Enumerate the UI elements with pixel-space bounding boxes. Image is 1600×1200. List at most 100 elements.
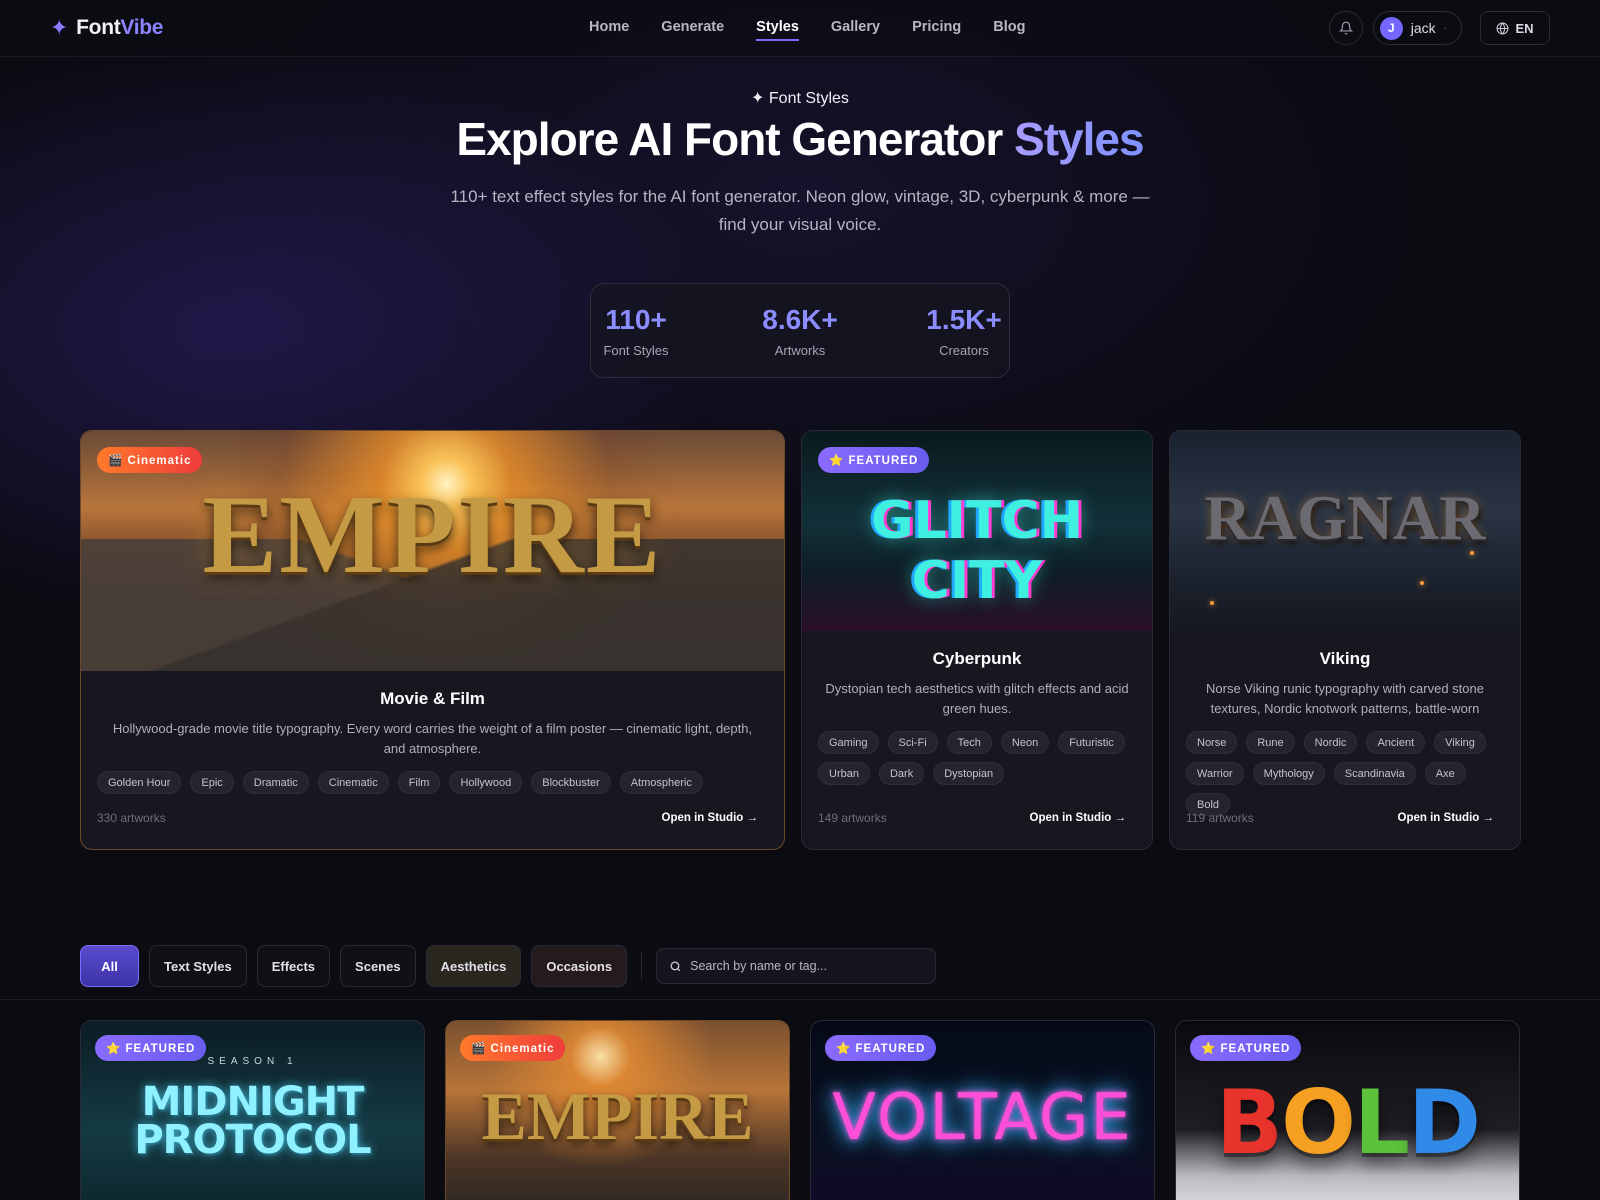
user-menu-button[interactable]: J jack · [1372, 11, 1462, 45]
card-body: Viking Norse Viking runic typography wit… [1170, 631, 1520, 816]
tag[interactable]: Tech [946, 731, 992, 754]
logo-text-vibe: Vibe [120, 16, 164, 39]
nav-blog[interactable]: Blog [993, 19, 1025, 41]
tag[interactable]: Rune [1246, 731, 1295, 754]
preview-line: PROTOCOL [134, 1117, 371, 1163]
style-card-movie-film[interactable]: 🎬 Cinematic EMPIRE Movie & Film Hollywoo… [80, 430, 785, 850]
hero: ✦ Font Styles Explore AI Font Generator … [0, 57, 1600, 378]
filter-all[interactable]: All [80, 945, 139, 987]
tag[interactable]: Futuristic [1058, 731, 1125, 754]
tag[interactable]: Norse [1186, 731, 1238, 754]
filter-effects[interactable]: Effects [256, 945, 331, 987]
card-description: Norse Viking runic typography with carve… [1206, 681, 1484, 716]
avatar: J [1379, 16, 1403, 40]
tag[interactable]: Cinematic [317, 771, 389, 794]
filter-scenes[interactable]: Scenes [340, 945, 416, 987]
card-title: Movie & Film [380, 689, 485, 708]
nav-actions: J jack · EN [1328, 11, 1550, 45]
page: ✦ FontVibe Home Generate Styles Gallery … [0, 0, 1600, 1200]
tag[interactable]: Gaming [818, 731, 879, 754]
title-accent: Styles [1014, 113, 1145, 165]
logo[interactable]: ✦ FontVibe [50, 15, 164, 41]
user-name: jack [1410, 20, 1436, 36]
style-tile-bold[interactable]: ⭐ FEATURED BOLD [1175, 1020, 1520, 1200]
style-tile-empire[interactable]: 🎬 Cinematic EMPIRE [445, 1020, 790, 1200]
search-box [656, 948, 937, 984]
tag[interactable]: Blockbuster [531, 771, 611, 794]
card-footer: 119 artworks Open in Studio → [1186, 811, 1494, 825]
style-card-viking[interactable]: RAGNAR Viking Norse Viking runic typogra… [1169, 430, 1521, 850]
tag[interactable]: Sci-Fi [887, 731, 938, 754]
stat-label: Artworks [774, 342, 826, 358]
top-nav: ✦ FontVibe Home Generate Styles Gallery … [0, 0, 1600, 57]
tag[interactable]: Neon [1000, 731, 1050, 754]
artwork-count: 119 artworks [1186, 811, 1254, 825]
bold-letter: D [1407, 1071, 1481, 1174]
category-filters: All Text Styles Effects Scenes Aesthetic… [80, 945, 937, 987]
filter-occasions[interactable]: Occasions [531, 945, 628, 987]
nav-pricing[interactable]: Pricing [912, 19, 961, 41]
tag[interactable]: Atmospheric [619, 771, 703, 794]
featured-badge: ⭐ FEATURED [825, 1035, 937, 1061]
featured-badge: ⭐ FEATURED [818, 447, 930, 473]
tag[interactable]: Hollywood [449, 771, 523, 794]
stat-label: Creators [939, 342, 989, 358]
stat-creators: 1.5K+ Creators [916, 304, 1012, 358]
open-in-studio-link[interactable]: Open in Studio → [1398, 812, 1494, 824]
artwork-count: 149 artworks [818, 811, 887, 825]
card-footer: 149 artworks Open in Studio → [818, 811, 1126, 825]
style-card-cyberpunk[interactable]: ⭐ FEATURED GLITCH CITY Cyberpunk Dystopi… [801, 430, 1153, 850]
tile-preview-text: MIDNIGHT PROTOCOL [81, 1082, 424, 1163]
open-in-studio-link[interactable]: Open in Studio → [1030, 812, 1126, 824]
style-tile-voltage[interactable]: ⭐ FEATURED VOLTAGE [810, 1020, 1155, 1200]
tag[interactable]: Dramatic [242, 771, 309, 794]
card-title: Cyberpunk [932, 649, 1022, 668]
tag-list: Gaming Sci-Fi Tech Neon Futuristic Urban… [818, 731, 1136, 785]
preview-text-ragnar: RAGNAR [1204, 482, 1486, 553]
tag[interactable]: Dark [878, 762, 925, 785]
tag[interactable]: Epic [190, 771, 234, 794]
nav-links: Home Generate Styles Gallery Pricing Blo… [589, 19, 1025, 41]
tag[interactable]: Film [397, 771, 441, 794]
filter-text-styles[interactable]: Text Styles [149, 945, 247, 987]
tag[interactable]: Mythology [1252, 762, 1325, 785]
tag[interactable]: Golden Hour [97, 771, 182, 794]
filter-bar: All Text Styles Effects Scenes Aesthetic… [0, 930, 1600, 1000]
featured-badge: ⭐ FEATURED [1190, 1035, 1302, 1061]
tag[interactable]: Scandinavia [1333, 762, 1416, 785]
preview-text-empire: EMPIRE [202, 473, 663, 597]
tile-preview-text: BOLD [1176, 1071, 1519, 1174]
search-icon [670, 960, 681, 971]
tag[interactable]: Urban [818, 762, 870, 785]
search-input[interactable] [690, 959, 921, 973]
tile-preview-text: EMPIRE [481, 1078, 754, 1154]
nav-styles[interactable]: Styles [756, 19, 799, 41]
open-in-studio-link[interactable]: Open in Studio → [662, 812, 758, 824]
stat-font-styles: 110+ Font Styles [588, 304, 684, 358]
tag[interactable]: Ancient [1366, 731, 1426, 754]
card-body: Cyberpunk Dystopian tech aesthetics with… [802, 631, 1152, 785]
featured-badge: ⭐ FEATURED [95, 1035, 207, 1061]
artwork-count: 330 artworks [97, 811, 166, 825]
style-preview-image: 🎬 Cinematic EMPIRE [81, 431, 784, 671]
tag[interactable]: Axe [1424, 762, 1466, 785]
tag-list: Golden Hour Epic Dramatic Cinematic Film… [97, 771, 768, 794]
bold-letter: L [1353, 1071, 1410, 1174]
card-body: Movie & Film Hollywood-grade movie title… [81, 671, 784, 794]
tile-preview-text: VOLTAGE [832, 1081, 1133, 1155]
language-button[interactable]: EN [1480, 11, 1550, 45]
tag[interactable]: Dystopian [933, 762, 1005, 785]
tag[interactable]: Nordic [1303, 731, 1358, 754]
tag[interactable]: Warrior [1186, 762, 1244, 785]
notifications-button[interactable] [1328, 11, 1363, 45]
nav-home[interactable]: Home [589, 19, 629, 41]
sparkle-icon: ✦ [50, 15, 69, 40]
style-tile-midnight-protocol[interactable]: ⭐ FEATURED SEASON 1 MIDNIGHT PROTOCOL [80, 1020, 425, 1200]
style-preview-image: RAGNAR [1170, 431, 1520, 631]
bold-letter: B [1215, 1071, 1283, 1174]
nav-generate[interactable]: Generate [661, 19, 724, 41]
nav-gallery[interactable]: Gallery [831, 19, 880, 41]
tag[interactable]: Viking [1434, 731, 1486, 754]
filter-aesthetics[interactable]: Aesthetics [425, 945, 522, 987]
featured-styles: 🎬 Cinematic EMPIRE Movie & Film Hollywoo… [80, 430, 1521, 850]
